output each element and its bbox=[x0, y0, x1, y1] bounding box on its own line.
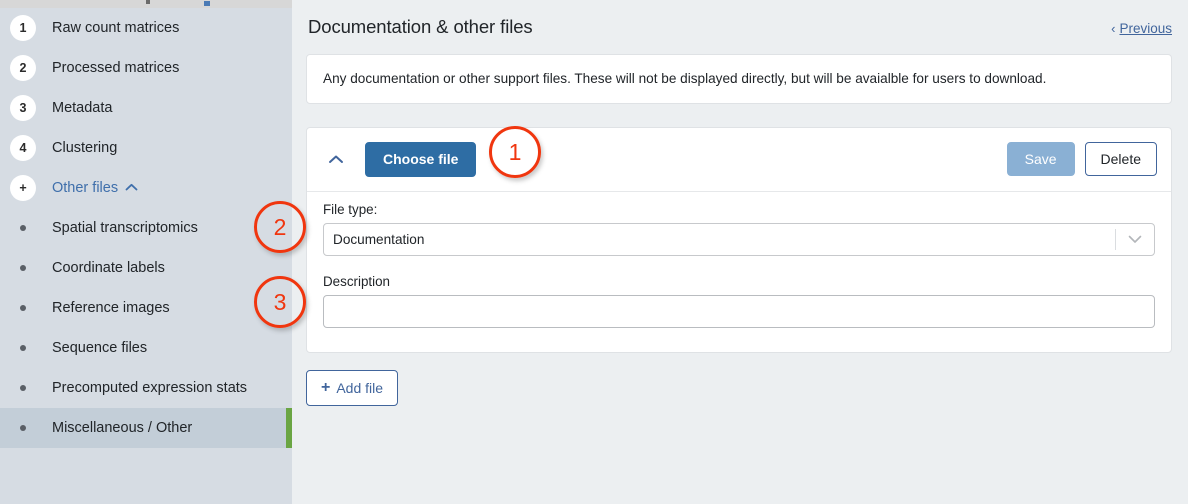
save-button[interactable]: Save bbox=[1006, 142, 1075, 177]
add-file-label: Add file bbox=[336, 380, 384, 397]
app-root: 1 Raw count matrices 2 Processed matrices 3 M… bbox=[0, 0, 1188, 504]
plus-icon: + bbox=[321, 379, 331, 397]
sidebar-item-badge: + bbox=[10, 175, 36, 201]
sidebar-item-badge: 2 bbox=[10, 55, 36, 81]
sidebar-item-label: Coordinate labels bbox=[52, 260, 165, 276]
chevron-down-icon[interactable] bbox=[1116, 224, 1154, 255]
sidebar-item-label: Metadata bbox=[52, 100, 113, 116]
file-entry-card: Choose file Save Delete File type: Docum… bbox=[306, 126, 1172, 354]
bullet-dot-icon bbox=[10, 375, 36, 401]
sidebar-item-label: Reference images bbox=[52, 300, 170, 316]
sidebar-item-label: Precomputed expression stats bbox=[52, 380, 248, 396]
chevron-up-icon[interactable] bbox=[323, 146, 349, 172]
sidebar-item-label: Sequence files bbox=[52, 340, 148, 356]
sidebar-item-badge: 1 bbox=[10, 15, 36, 41]
sidebar-item-miscellaneous-other[interactable]: Miscellaneous / Other bbox=[0, 408, 292, 448]
page-header: Documentation & other files ‹ Previous bbox=[306, 16, 1172, 48]
file-type-select[interactable]: Documentation bbox=[323, 223, 1155, 257]
description-field: Description bbox=[323, 274, 1155, 329]
cut-off-fragment-blue bbox=[204, 1, 210, 6]
delete-button[interactable]: Delete bbox=[1084, 142, 1157, 177]
main-content: Documentation & other files ‹ Previous A… bbox=[292, 0, 1188, 504]
sidebar-item-label: Spatial transcriptomics bbox=[52, 220, 198, 236]
sidebar-item-label: Clustering bbox=[52, 140, 118, 156]
sidebar-item-label: Processed matrices bbox=[52, 60, 180, 76]
sidebar-item-spatial-transcriptomics[interactable]: Spatial transcriptomics bbox=[0, 208, 292, 248]
sidebar-item-badge: 4 bbox=[10, 135, 36, 161]
sidebar-item-sequence-files[interactable]: Sequence files bbox=[0, 328, 292, 368]
previous-link-label: Previous bbox=[1119, 21, 1172, 36]
sidebar-item-label: Raw count matrices bbox=[52, 20, 180, 36]
bullet-dot-icon bbox=[10, 255, 36, 281]
sidebar-item-label: Miscellaneous / Other bbox=[52, 420, 193, 436]
description-label: Description bbox=[323, 274, 390, 290]
info-banner-text: Any documentation or other support files… bbox=[323, 71, 1047, 86]
sidebar-item-badge: 3 bbox=[10, 95, 36, 121]
sidebar-item-other-files[interactable]: + Other files bbox=[0, 168, 292, 208]
file-type-selected-value: Documentation bbox=[333, 232, 425, 248]
sidebar-nav-list: 1 Raw count matrices 2 Processed matrices 3 M… bbox=[0, 8, 292, 448]
sidebar-item-coordinate-labels[interactable]: Coordinate labels bbox=[0, 248, 292, 288]
bullet-dot-icon bbox=[10, 215, 36, 241]
sidebar-item-metadata[interactable]: 3 Metadata bbox=[0, 88, 292, 128]
cut-off-fragment-gray bbox=[146, 0, 150, 4]
cut-off-top-strip bbox=[0, 0, 292, 8]
chevron-up-icon[interactable] bbox=[125, 183, 138, 191]
add-file-button[interactable]: + Add file bbox=[306, 370, 399, 407]
file-entry-body: File type: Documentation Description bbox=[307, 192, 1171, 352]
bullet-dot-icon bbox=[10, 295, 36, 321]
file-entry-actions: Save Delete bbox=[1006, 142, 1157, 177]
info-banner: Any documentation or other support files… bbox=[306, 54, 1172, 104]
previous-link[interactable]: ‹ Previous bbox=[1111, 21, 1172, 36]
choose-file-button[interactable]: Choose file bbox=[365, 141, 477, 178]
sidebar-item-raw-count-matrices[interactable]: 1 Raw count matrices bbox=[0, 8, 292, 48]
file-type-label: File type: bbox=[323, 202, 378, 218]
file-type-field: File type: Documentation bbox=[323, 202, 1155, 257]
file-entry-header: Choose file Save Delete bbox=[307, 128, 1171, 193]
page-title: Documentation & other files bbox=[308, 16, 533, 37]
sidebar-item-label: Other files bbox=[52, 180, 119, 196]
bullet-dot-icon bbox=[10, 335, 36, 361]
sidebar: 1 Raw count matrices 2 Processed matrices 3 M… bbox=[0, 0, 292, 504]
description-input[interactable] bbox=[323, 295, 1155, 329]
sidebar-item-processed-matrices[interactable]: 2 Processed matrices bbox=[0, 48, 292, 88]
bullet-dot-icon bbox=[10, 415, 36, 441]
sidebar-item-clustering[interactable]: 4 Clustering bbox=[0, 128, 292, 168]
sidebar-item-reference-images[interactable]: Reference images bbox=[0, 288, 292, 328]
chevron-left-icon: ‹ bbox=[1111, 21, 1116, 36]
sidebar-item-precomputed-expression-stats[interactable]: Precomputed expression stats bbox=[0, 368, 292, 408]
